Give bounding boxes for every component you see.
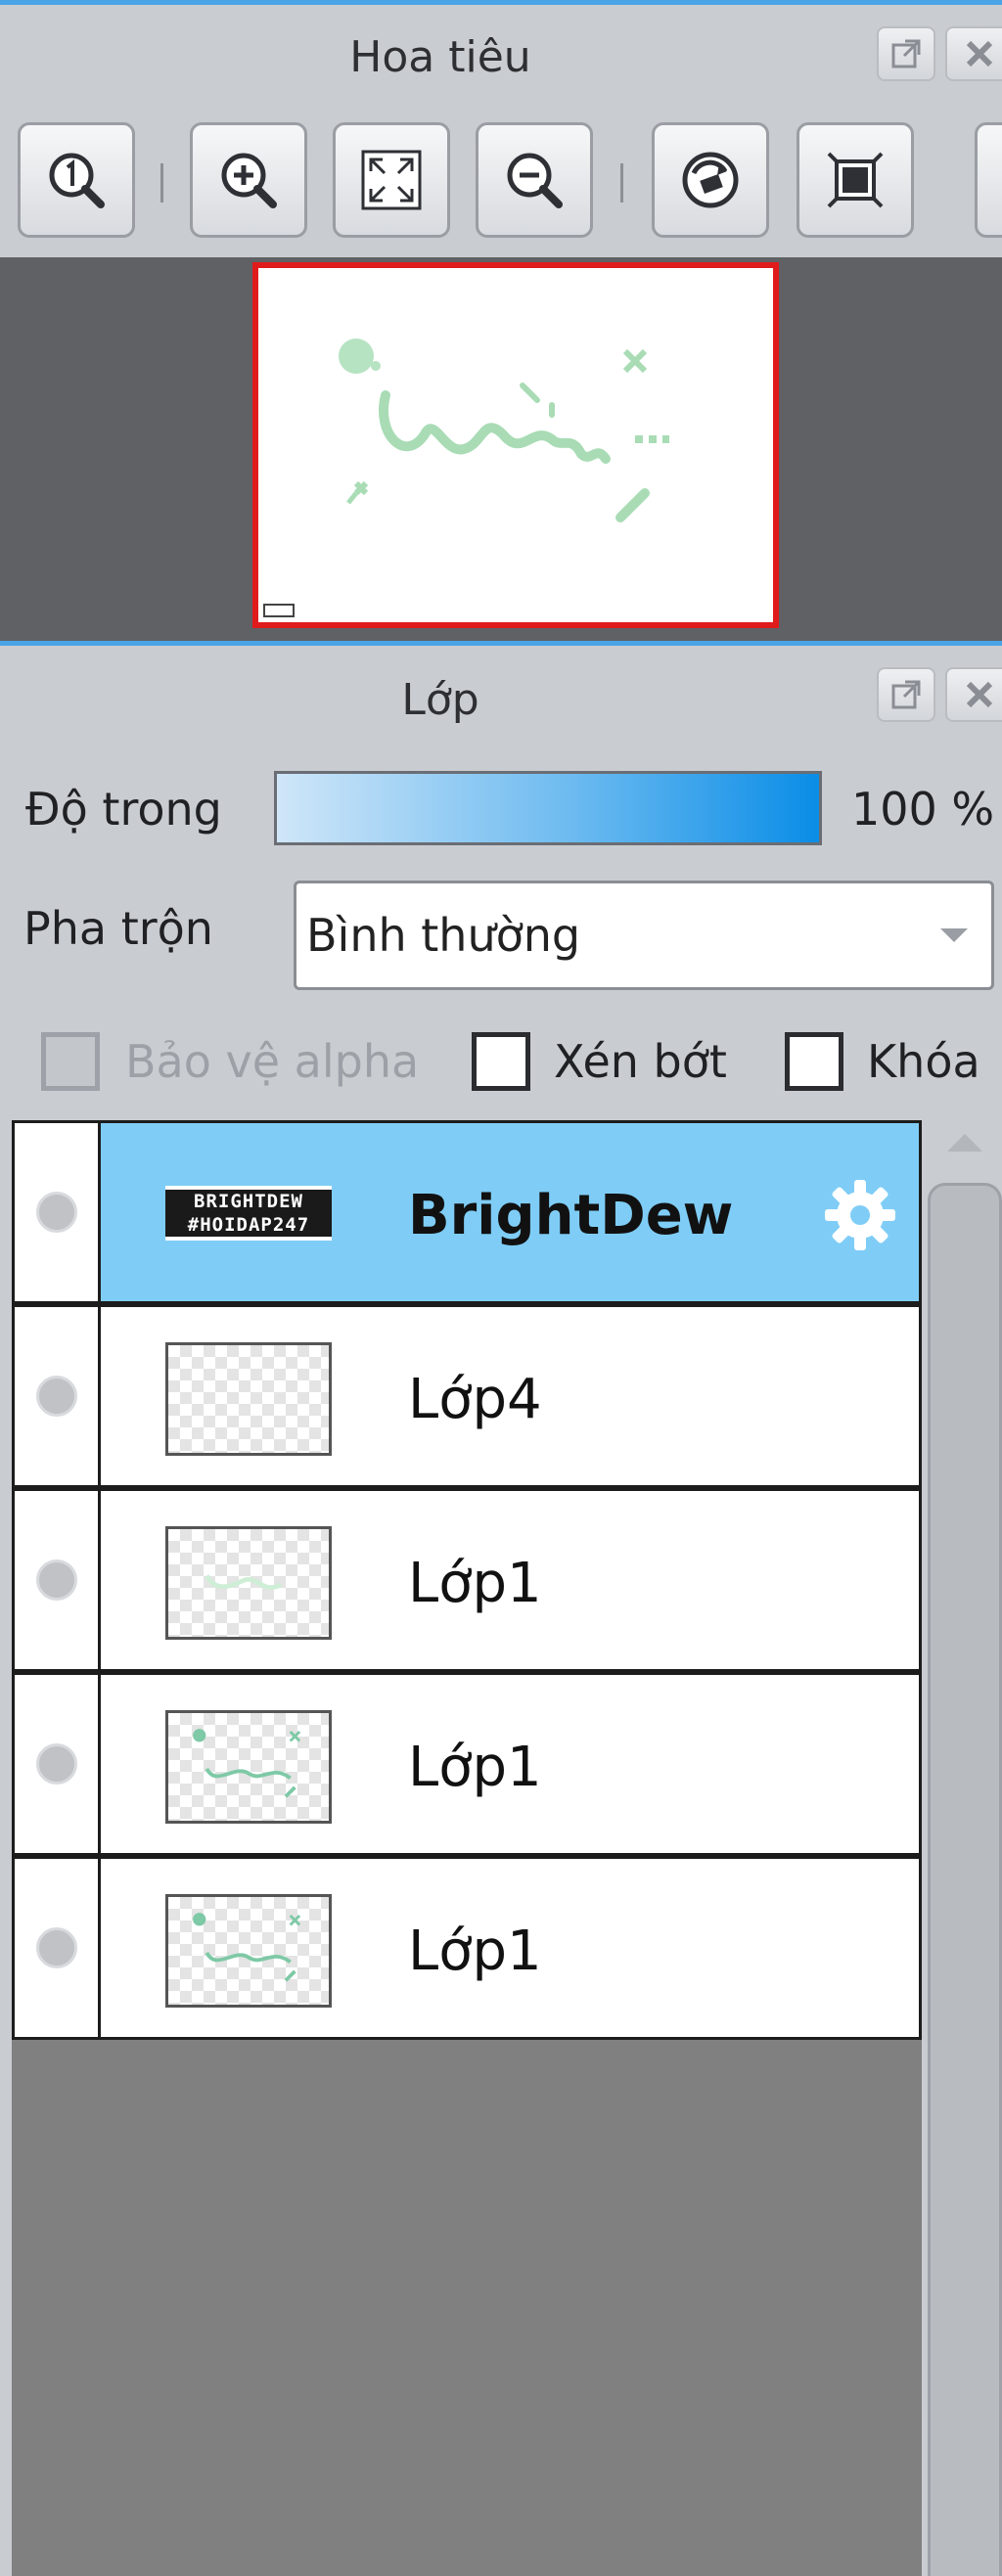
layer-name: Lớp1: [408, 1552, 542, 1615]
toolbar-separator: [620, 163, 623, 203]
zoom-one-icon: [49, 153, 105, 208]
layer-name: BrightDew: [408, 1184, 734, 1247]
zoom-in-button[interactable]: [190, 122, 307, 238]
lock-label: Khóa: [867, 1035, 980, 1088]
layer-name: Lớp1: [408, 1920, 542, 1983]
navigator-title: Hoa tiêu: [349, 32, 531, 82]
visibility-toggle-icon[interactable]: [36, 1559, 77, 1601]
toolbar-overflow-button[interactable]: [975, 122, 1002, 238]
clip-label: Xén bớt: [554, 1035, 727, 1088]
popout-icon: [891, 680, 921, 709]
popout-icon: [891, 39, 921, 68]
layer-name: Lớp4: [408, 1368, 542, 1431]
thumbnail-text-line: BRIGHTDEW: [165, 1190, 332, 1213]
visibility-toggle-icon[interactable]: [36, 1192, 77, 1233]
layer-panel-close-button[interactable]: [945, 667, 1002, 722]
navigator-preview-area[interactable]: [0, 257, 1002, 646]
gear-icon[interactable]: [817, 1172, 903, 1258]
opacity-value: 100 %: [851, 783, 995, 836]
rotate-icon: [682, 152, 739, 208]
blend-mode-label: Pha trộn: [23, 902, 213, 955]
canvas-frame-icon: [827, 152, 884, 208]
layer-thumbnail: [165, 1526, 332, 1640]
layer-visibility-cell[interactable]: [15, 1491, 101, 1669]
layer-thumbnail-art: [193, 1729, 301, 1798]
fit-to-window-button[interactable]: [333, 122, 450, 238]
navigator-panel: Hoa tiêu: [0, 0, 1002, 646]
navigator-toolbar: [0, 114, 1002, 251]
protect-alpha-checkbox[interactable]: [41, 1032, 100, 1091]
close-icon: [966, 40, 993, 68]
scroll-up-arrow-icon[interactable]: [947, 1134, 982, 1152]
opacity-label: Độ trong: [25, 783, 222, 836]
visibility-toggle-icon[interactable]: [36, 1743, 77, 1785]
toolbar-separator: [160, 163, 163, 203]
layer-thumbnail: [165, 1894, 332, 2008]
opacity-slider[interactable]: [274, 771, 822, 845]
scrollbar-thumb[interactable]: [928, 1183, 1002, 2576]
layer-visibility-cell[interactable]: [15, 1859, 101, 2037]
canvas-preview-thumbnail: [263, 339, 669, 617]
zoom-actual-size-button[interactable]: [18, 122, 135, 238]
clip-checkbox[interactable]: [472, 1032, 530, 1091]
blend-mode-select[interactable]: Bình thường: [294, 881, 994, 990]
close-icon: [966, 681, 993, 708]
layer-panel: Lớp Độ trong 100 % Pha trộn Bình thường …: [0, 641, 1002, 2576]
navigator-close-button[interactable]: [945, 26, 1002, 81]
fit-canvas-button[interactable]: [797, 122, 914, 238]
protect-alpha-label: Bảo vệ alpha: [125, 1035, 420, 1088]
blend-mode-value: Bình thường: [306, 909, 581, 962]
layer-row-lop4[interactable]: Lớp4: [12, 1304, 922, 1488]
layer-thumbnail: [165, 1710, 332, 1824]
thumbnail-text-line: #HOIDAP247: [165, 1213, 332, 1237]
navigator-viewport-frame[interactable]: [252, 262, 779, 628]
layer-thumbnail: BRIGHTDEW #HOIDAP247: [165, 1186, 332, 1241]
layer-visibility-cell[interactable]: [15, 1675, 101, 1853]
layer-visibility-cell[interactable]: [15, 1307, 101, 1485]
lock-checkbox[interactable]: [785, 1032, 843, 1091]
layer-row-lop1[interactable]: Lớp1: [12, 1488, 922, 1672]
layer-row-lop1[interactable]: Lớp1: [12, 1672, 922, 1856]
layer-panel-title: Lớp: [401, 675, 479, 725]
visibility-toggle-icon[interactable]: [36, 1927, 77, 1968]
fit-window-icon: [361, 150, 422, 210]
layer-panel-popout-button[interactable]: [877, 667, 935, 722]
layer-thumbnail-art: [205, 1574, 283, 1590]
zoom-in-icon: [221, 153, 277, 208]
chevron-down-icon: [940, 928, 968, 942]
layer-row-brightdew[interactable]: BRIGHTDEW #HOIDAP247 BrightDew: [12, 1120, 922, 1304]
navigator-popout-button[interactable]: [877, 26, 935, 81]
zoom-out-icon: [507, 153, 563, 208]
layer-list-scrollbar[interactable]: [928, 1120, 1002, 2576]
zoom-out-button[interactable]: [476, 122, 593, 238]
visibility-toggle-icon[interactable]: [36, 1376, 77, 1417]
layer-visibility-cell[interactable]: [15, 1123, 101, 1301]
layer-thumbnail: [165, 1342, 332, 1456]
layer-row-lop1[interactable]: Lớp1: [12, 1856, 922, 2040]
layer-thumbnail-art: [193, 1913, 301, 1982]
layer-name: Lớp1: [408, 1736, 542, 1799]
layer-list: BRIGHTDEW #HOIDAP247 BrightDew Lớp4 Lớp1…: [12, 1120, 922, 2576]
rotate-view-button[interactable]: [652, 122, 769, 238]
